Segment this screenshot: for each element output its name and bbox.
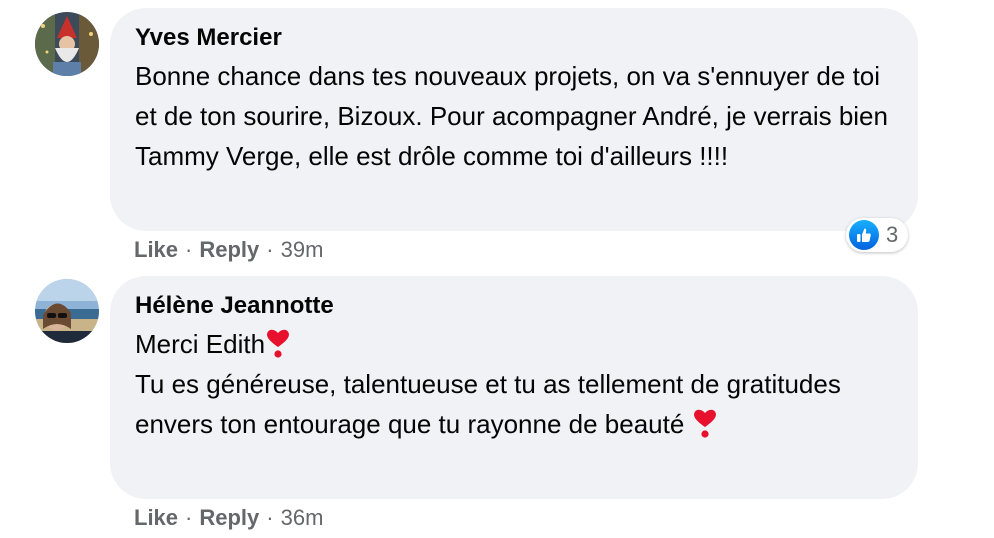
comment-author[interactable]: Hélène Jeannotte [135,290,894,322]
separator-dot: · [266,505,274,530]
avatar[interactable] [35,279,99,343]
like-button[interactable]: Like [134,505,178,530]
reply-button[interactable]: Reply [199,237,259,262]
separator-dot: · [266,237,274,262]
comment-actions: Like · Reply · 36m [134,504,323,532]
separator-dot: · [185,237,193,262]
reaction-summary[interactable]: 3 [846,218,909,252]
separator-dot: · [185,505,193,530]
reply-button[interactable]: Reply [199,505,259,530]
comment-line: Merci Edith [135,329,266,359]
comment-text: Merci Edith Tu es généreuse, talentueuse… [135,324,894,444]
heavy-heart-exclamation-icon [693,409,716,438]
reaction-count: 3 [886,222,899,247]
heavy-heart-exclamation-icon [267,329,289,358]
like-button[interactable]: Like [134,237,178,262]
avatar[interactable] [35,12,99,76]
comment-bubble: Yves Mercier Bonne chance dans tes nouve… [110,8,918,231]
comment-author[interactable]: Yves Mercier [135,22,894,54]
comment-line: Tu es généreuse, talentueuse et tu as te… [135,369,849,439]
comment-timestamp[interactable]: 39m [281,237,324,262]
comment-timestamp[interactable]: 36m [281,505,324,530]
comment-bubble: Hélène Jeannotte Merci Edith Tu es génér… [110,276,918,499]
comment-text: Bonne chance dans tes nouveaux projets, … [135,61,895,171]
comment-actions: Like · Reply · 39m [134,236,323,264]
thumbs-up-icon [849,220,879,250]
